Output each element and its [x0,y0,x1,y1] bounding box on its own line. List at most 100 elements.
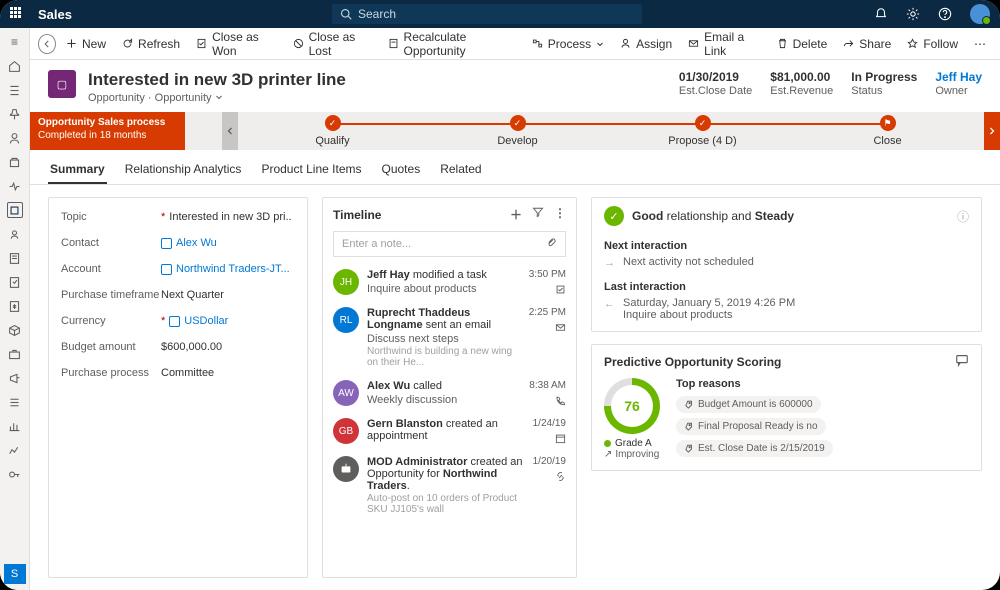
chevron-down-icon [215,93,223,101]
last-interaction-label: Last interaction [604,281,969,293]
reason-pill: Est. Close Date is 2/15/2019 [676,440,833,457]
order-icon[interactable] [7,274,23,290]
stage-propose[interactable]: Propose (4 D) [610,112,795,150]
product-icon[interactable] [7,322,23,338]
share-button[interactable]: Share [837,28,897,59]
invoice-icon[interactable] [7,298,23,314]
est-revenue: $81,000.00Est.Revenue [770,70,833,97]
bell-icon[interactable] [874,7,888,21]
tab-product-line-items[interactable]: Product Line Items [259,156,363,184]
timeline-filter-button[interactable] [532,206,544,223]
close-won-button[interactable]: Close as Won [190,28,283,59]
menu-icon[interactable]: ≡ [7,34,23,50]
global-search[interactable]: Search [332,4,642,24]
tab-summary[interactable]: Summary [48,156,107,184]
timeline-item[interactable]: RLRuprecht Thaddeus Longname sent an ema… [323,301,576,374]
app-launcher-icon[interactable] [10,7,24,21]
reasons-title: Top reasons [676,378,833,390]
search-placeholder: Search [358,7,396,21]
timeline-avatar [333,456,359,482]
field-timeframe[interactable]: Purchase timeframeNext Quarter [49,282,307,308]
timeline-item[interactable]: GBGern Blanston created an appointment1/… [323,412,576,450]
account-icon[interactable] [7,154,23,170]
stage-close[interactable]: Close [795,112,980,150]
user-avatar[interactable] [970,4,990,24]
site-map-button[interactable]: S [4,564,26,584]
back-button[interactable] [38,34,56,54]
email-link-button[interactable]: Email a Link [682,28,766,59]
app-name: Sales [38,7,72,22]
refresh-button[interactable]: Refresh [116,28,186,59]
command-bar: New Refresh Close as Won Close as Lost R… [30,28,1000,60]
bpf-next-button[interactable] [984,112,1000,150]
predictive-scoring-card: Predictive Opportunity Scoring 76 Grade … [591,344,982,471]
opportunity-icon[interactable] [7,202,23,218]
follow-button[interactable]: Follow [901,28,964,59]
process-button[interactable]: Process [526,28,610,59]
relationship-summary: Good relationship and Steady [632,209,794,223]
score-trend: ↗Improving [604,449,660,460]
overflow-button[interactable]: ⋯ [968,28,992,59]
reason-pill: Final Proposal Ready is no [676,418,826,435]
pin-icon[interactable] [7,106,23,122]
feedback-icon[interactable] [955,353,969,370]
home-icon[interactable] [7,58,23,74]
case-icon[interactable] [7,346,23,362]
help-icon[interactable] [938,7,952,21]
new-button[interactable]: New [60,28,112,59]
timeline-note-input[interactable]: Enter a note... [333,231,566,257]
field-topic[interactable]: Topic*Interested in new 3D pri.. [49,204,307,230]
tab-quotes[interactable]: Quotes [380,156,423,184]
record-breadcrumb[interactable]: Opportunity · Opportunity [88,92,346,104]
stage-qualify[interactable]: Qualify [240,112,425,150]
stage-develop[interactable]: Develop [425,112,610,150]
next-interaction-row[interactable]: →Next activity not scheduled [604,256,969,269]
attachment-icon[interactable] [546,237,557,251]
timeline-item[interactable]: JHJeff Hay modified a taskInquire about … [323,263,576,301]
lead-icon[interactable] [7,226,23,242]
field-contact[interactable]: ContactAlex Wu [49,230,307,256]
owner[interactable]: Jeff HayOwner [935,70,982,97]
field-purchase-process[interactable]: Purchase processCommittee [49,360,307,386]
business-process-flow: Opportunity Sales process Completed in 1… [30,112,1000,150]
delete-button[interactable]: Delete [771,28,834,59]
quote-icon[interactable] [7,250,23,266]
recent-icon[interactable] [7,82,23,98]
activity-icon[interactable] [7,178,23,194]
chart-icon[interactable] [7,418,23,434]
relationship-card: ✓ Good relationship and Steady ⓘ Next in… [591,197,982,332]
contact-entity-icon [161,238,172,249]
tab-related[interactable]: Related [438,156,483,184]
timeline-avatar: JH [333,269,359,295]
record-header: ▢ Interested in new 3D printer line Oppo… [30,60,1000,112]
form-tabs: Summary Relationship Analytics Product L… [30,150,1000,185]
left-nav-rail: ≡ S [0,28,30,590]
timeline-item[interactable]: AWAlex Wu calledWeekly discussion8:38 AM [323,374,576,412]
scoring-title: Predictive Opportunity Scoring [604,355,781,369]
timeline-more-button[interactable]: ⋮ [554,206,566,223]
info-icon[interactable]: ⓘ [957,208,969,225]
key-icon[interactable] [7,466,23,482]
chevron-down-icon [596,40,604,48]
recalculate-button[interactable]: Recalculate Opportunity [382,28,522,59]
list-icon[interactable] [7,394,23,410]
record-title: Interested in new 3D printer line [88,70,346,90]
field-currency[interactable]: Currency*USDollar [49,308,307,334]
timeline-add-button[interactable]: ＋ [510,206,522,223]
fields-card: Topic*Interested in new 3D pri.. Contact… [48,197,308,578]
timeline-item[interactable]: MOD Administrator created an Opportunity… [323,450,576,521]
assign-button[interactable]: Assign [614,28,678,59]
field-account[interactable]: AccountNorthwind Traders-JT... [49,256,307,282]
status: In ProgressStatus [851,70,917,97]
close-lost-button[interactable]: Close as Lost [287,28,378,59]
campaign-icon[interactable] [7,370,23,386]
tab-relationship-analytics[interactable]: Relationship Analytics [123,156,244,184]
search-icon [340,8,352,20]
field-budget[interactable]: Budget amount$600,000.00 [49,334,307,360]
dashboard-icon[interactable] [7,442,23,458]
contact-icon[interactable] [7,130,23,146]
last-interaction-row[interactable]: ←Saturday, January 5, 2019 4:26 PMInquir… [604,297,969,321]
gear-icon[interactable] [906,7,920,21]
bpf-prev-button[interactable] [222,112,238,150]
entity-icon: ▢ [48,70,76,98]
